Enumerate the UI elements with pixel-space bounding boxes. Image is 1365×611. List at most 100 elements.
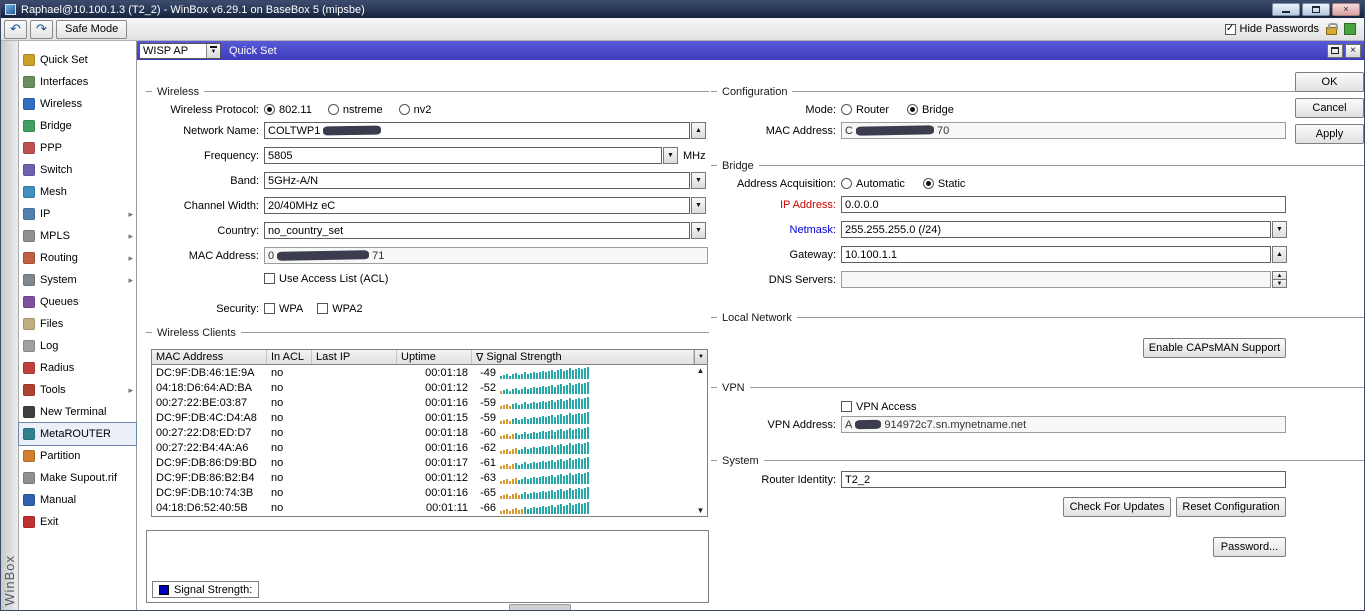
radio-bridge[interactable]: Bridge — [907, 104, 954, 116]
password-button[interactable]: Password... — [1213, 537, 1286, 557]
sidebar-item-exit[interactable]: Exit — [19, 511, 136, 533]
wpa-checkbox[interactable]: WPA — [264, 303, 303, 315]
frequency-input[interactable]: 5805 — [264, 147, 662, 164]
client-row[interactable]: DC:9F:DB:86:D9:BD no 00:01:17 -61 — [152, 455, 707, 470]
check-for-updates-button[interactable]: Check For Updates — [1063, 497, 1171, 517]
spin-down-icon[interactable]: ▼ — [1272, 280, 1287, 288]
sidebar-item-ppp[interactable]: PPP — [19, 137, 136, 159]
client-row[interactable]: 00:27:22:BE:03:87 no 00:01:16 -59 — [152, 395, 707, 410]
use-access-list-checkbox[interactable]: Use Access List (ACL) — [264, 273, 388, 285]
client-row[interactable]: 00:27:22:D8:ED:D7 no 00:01:18 -60 — [152, 425, 707, 440]
country-dropdown-button[interactable]: ▼ — [691, 222, 706, 239]
undo-button[interactable]: ↶ — [4, 19, 27, 39]
quickset-restore-button[interactable] — [1327, 43, 1343, 58]
sidebar-item-manual[interactable]: Manual — [19, 489, 136, 511]
sidebar-item-log[interactable]: Log — [19, 335, 136, 357]
sidebar-item-bridge[interactable]: Bridge — [19, 115, 136, 137]
sidebar-item-make-supout-rif[interactable]: Make Supout.rif — [19, 467, 136, 489]
sidebar-item-wireless[interactable]: Wireless — [19, 93, 136, 115]
network-name-up-button[interactable]: ▲ — [691, 122, 706, 139]
sidebar-item-interfaces[interactable]: Interfaces — [19, 71, 136, 93]
radio-nv2[interactable]: nv2 — [398, 104, 431, 116]
netmask-dropdown-button[interactable]: ▼ — [1272, 221, 1287, 238]
vpn-access-checkbox[interactable]: VPN Access — [841, 401, 917, 413]
client-row[interactable]: 04:18:D6:52:40:5B no 00:01:11 -66 — [152, 500, 707, 515]
maximize-button[interactable] — [1302, 3, 1330, 16]
country-input[interactable]: no_country_set — [264, 222, 690, 239]
scrollbar-stub[interactable] — [509, 604, 571, 610]
sidebar-item-system[interactable]: System ▸ — [19, 269, 136, 291]
spin-up-icon[interactable]: ▲ — [1272, 271, 1287, 280]
sidebar-item-quick-set[interactable]: Quick Set — [19, 49, 136, 71]
client-row[interactable]: 04:18:D6:64:AD:BA no 00:01:12 -52 — [152, 380, 707, 395]
netmask-input[interactable]: 255.255.255.0 (/24) — [841, 221, 1271, 238]
quickset-form: Wireless Wireless Protocol: 802.11 nstre… — [137, 60, 1364, 610]
radio-router[interactable]: Router — [841, 104, 889, 116]
address-acquisition-label: Address Acquisition: — [736, 177, 836, 190]
sidebar-item-files[interactable]: Files — [19, 313, 136, 335]
client-row[interactable]: DC:9F:DB:86:B2:B4 no 00:01:12 -63 — [152, 470, 707, 485]
scroll-up-icon[interactable]: ▲ — [695, 366, 706, 375]
ok-button[interactable]: OK — [1295, 72, 1364, 92]
channel-width-dropdown-button[interactable]: ▼ — [691, 197, 706, 214]
sidebar-item-routing[interactable]: Routing ▸ — [19, 247, 136, 269]
client-row[interactable]: 00:27:22:B4:4A:A6 no 00:01:16 -62 — [152, 440, 707, 455]
config-mac-input[interactable]: C 70 — [841, 122, 1286, 139]
radio-nstreme[interactable]: nstreme — [327, 104, 383, 116]
column-options-button[interactable]: ▼ — [694, 350, 707, 364]
router-identity-input[interactable]: T2_2 — [841, 471, 1286, 488]
column-header-in-acl[interactable]: In ACL — [267, 350, 312, 364]
use-access-list-label: Use Access List (ACL) — [279, 272, 389, 285]
apply-button[interactable]: Apply — [1295, 124, 1364, 144]
sidebar-item-new-terminal[interactable]: New Terminal — [19, 401, 136, 423]
client-row[interactable]: DC:9F:DB:46:1E:9A no 00:01:18 -49 — [152, 365, 707, 380]
radio-automatic[interactable]: Automatic — [841, 178, 905, 190]
redo-button[interactable]: ↷ — [30, 19, 53, 39]
hide-passwords-label: Hide Passwords — [1239, 23, 1319, 35]
quickset-close-button[interactable]: × — [1345, 43, 1361, 58]
mode-select[interactable]: WISP AP ▼ — [139, 42, 221, 59]
channel-width-input[interactable]: 20/40MHz eC — [264, 197, 690, 214]
frequency-dropdown-button[interactable]: ▼ — [663, 147, 678, 164]
safe-mode-button[interactable]: Safe Mode — [56, 19, 128, 39]
sidebar-item-metarouter[interactable]: MetaROUTER — [18, 422, 137, 446]
client-row[interactable]: DC:9F:DB:4C:D4:A8 no 00:01:15 -59 — [152, 410, 707, 425]
band-input[interactable]: 5GHz-A/N — [264, 172, 690, 189]
cancel-button[interactable]: Cancel — [1295, 98, 1364, 118]
sidebar-item-ip[interactable]: IP ▸ — [19, 203, 136, 225]
chevron-down-icon[interactable]: ▼ — [206, 43, 220, 58]
radio-static[interactable]: Static — [922, 178, 965, 190]
column-header-uptime[interactable]: Uptime — [397, 350, 472, 364]
gateway-up-button[interactable]: ▲ — [1272, 246, 1287, 263]
dns-servers-input[interactable] — [841, 271, 1271, 288]
radio-80211[interactable]: 802.11 — [264, 104, 312, 116]
sidebar-item-tools[interactable]: Tools ▸ — [19, 379, 136, 401]
wpa2-checkbox[interactable]: WPA2 — [317, 303, 363, 315]
network-name-input[interactable]: COLTWP1 — [264, 122, 690, 139]
switch-icon — [23, 164, 35, 176]
column-header-last-ip[interactable]: Last IP — [312, 350, 397, 364]
sidebar-item-mesh[interactable]: Mesh — [19, 181, 136, 203]
sidebar-item-queues[interactable]: Queues — [19, 291, 136, 313]
column-header-mac[interactable]: MAC Address — [152, 350, 267, 364]
band-dropdown-button[interactable]: ▼ — [691, 172, 706, 189]
ip-address-input[interactable]: 0.0.0.0 — [841, 196, 1286, 213]
client-row[interactable]: DC:9F:DB:10:74:3B no 00:01:16 -65 — [152, 485, 707, 500]
gateway-label: Gateway: — [789, 248, 836, 261]
enable-capsman-button[interactable]: Enable CAPsMAN Support — [1143, 338, 1286, 358]
gateway-input[interactable]: 10.100.1.1 — [841, 246, 1271, 263]
reset-configuration-button[interactable]: Reset Configuration — [1176, 497, 1286, 517]
sidebar-item-partition[interactable]: Partition — [19, 445, 136, 467]
sidebar-item-radius[interactable]: Radius — [19, 357, 136, 379]
column-header-signal-strength[interactable]: ∇ Signal Strength — [472, 350, 694, 364]
vpn-address-input[interactable]: A 914972c7.sn.mynetname.net — [841, 416, 1286, 433]
wireless-mac-input[interactable]: 0 71 — [264, 247, 708, 264]
sidebar-item-mpls[interactable]: MPLS ▸ — [19, 225, 136, 247]
hide-passwords-checkbox[interactable]: Hide Passwords — [1224, 23, 1319, 35]
sidebar-item-switch[interactable]: Switch — [19, 159, 136, 181]
close-button[interactable]: × — [1332, 3, 1360, 16]
scroll-down-icon[interactable]: ▼ — [695, 506, 706, 515]
checkbox-icon — [841, 401, 852, 412]
vpn-access-label: VPN Access — [856, 400, 917, 413]
minimize-button[interactable] — [1272, 3, 1300, 16]
